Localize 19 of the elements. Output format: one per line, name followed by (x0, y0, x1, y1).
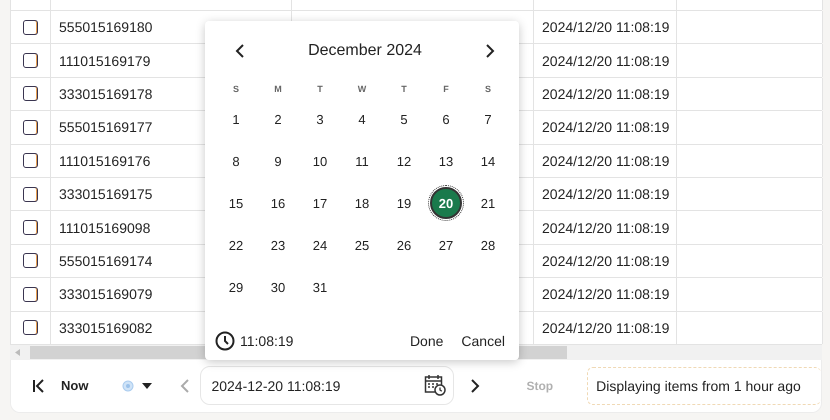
table-cell: 2024/12/20 11:08:19 (534, 244, 677, 278)
weekday-label: S (484, 83, 492, 96)
table-cell: 2024/12/20 11:08:19 (534, 278, 677, 311)
table-cell: 2024/12/20 11:08:19 (534, 78, 677, 110)
table-cell: 2024/12/20 11:08:19 (534, 44, 677, 77)
weekday-label: T (316, 83, 324, 96)
weekday-label: S (232, 83, 240, 96)
weekday-label: F (442, 83, 450, 96)
table-cell: 2024/12/20 11:08:19 (534, 312, 677, 344)
table-cell: 2024/12/20 11:08:19 (534, 211, 677, 244)
table-cell: 2024/12/20 11:08:19 (534, 178, 677, 210)
weekday-label: W (356, 83, 368, 96)
month-title: December 2024 (308, 42, 422, 60)
weekday-label: M (273, 83, 283, 96)
table-cell: 2024/12/20 11:08:19 (534, 111, 677, 144)
table-cell: 2024/12/20 11:08:19 (534, 11, 677, 44)
status-message: Displaying items from 1 hour ago (587, 366, 821, 405)
table-cell: 2024/12/20 11:08:19 (534, 144, 677, 177)
weekday-label: T (400, 83, 408, 96)
